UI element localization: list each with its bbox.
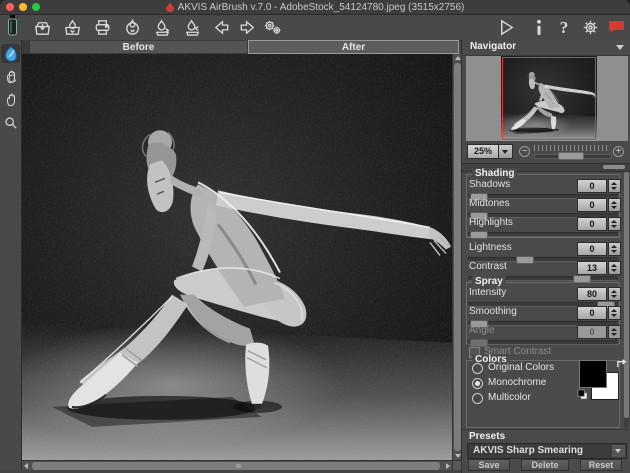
preview-brush-tool[interactable] xyxy=(1,44,20,63)
preferences-icon[interactable] xyxy=(580,17,601,38)
original-colors-label[interactable]: Original Colors xyxy=(488,362,554,373)
shadows-label: Shadows xyxy=(469,179,510,190)
swap-colors-icon[interactable] xyxy=(616,358,627,369)
toolbar: ? xyxy=(0,15,630,41)
smoothing-label: Smoothing xyxy=(469,306,517,317)
zoom-dropdown-button[interactable] xyxy=(498,144,513,159)
highlights-label: Highlights xyxy=(469,217,513,228)
image-canvas[interactable] xyxy=(22,54,452,460)
view-tabs: Before After xyxy=(21,40,452,55)
horizontal-scroll-thumb[interactable] xyxy=(32,462,440,470)
preset-delete-button[interactable]: Delete xyxy=(521,459,569,471)
parameters-area: Shading Shadows 0 Midtones 0 Highlights … xyxy=(462,170,630,473)
color-swatches xyxy=(579,360,625,402)
highlights-spinner[interactable] xyxy=(608,217,621,231)
export-presets-icon[interactable] xyxy=(182,17,203,38)
navigator-header: Navigator xyxy=(462,40,630,56)
navigator-title: Navigator xyxy=(470,41,516,52)
foreground-color-swatch[interactable] xyxy=(579,360,607,388)
zoom-slider-thumb[interactable] xyxy=(558,152,584,160)
redo-icon[interactable] xyxy=(237,17,258,38)
tab-before[interactable]: Before xyxy=(30,41,247,53)
feedback-icon[interactable] xyxy=(606,17,627,38)
monochrome-label[interactable]: Monochrome xyxy=(488,377,546,388)
angle-label: Angle xyxy=(469,325,495,336)
print-image-icon[interactable] xyxy=(92,17,113,38)
contrast-value[interactable]: 13 xyxy=(577,261,607,275)
shading-group-title: Shading xyxy=(472,168,517,179)
multicolor-label[interactable]: Multicolor xyxy=(488,392,531,403)
zoom-value[interactable]: 25% xyxy=(467,144,499,159)
after-image xyxy=(22,54,452,460)
save-image-icon[interactable] xyxy=(62,17,83,38)
lightness-spinner[interactable] xyxy=(608,242,621,256)
scroll-right-arrow[interactable] xyxy=(446,463,450,469)
help-icon[interactable]: ? xyxy=(553,17,574,38)
spray-group-title: Spray xyxy=(472,276,506,287)
intensity-value[interactable]: 80 xyxy=(577,287,607,301)
titlebar[interactable]: AKVIS AirBrush v.7.0 - AdobeStock_541247… xyxy=(0,0,630,15)
window-title: AKVIS AirBrush v.7.0 - AdobeStock_541247… xyxy=(0,0,630,14)
smoothing-spinner[interactable] xyxy=(608,306,621,320)
batch-processing-icon[interactable] xyxy=(262,17,283,38)
highlights-value[interactable]: 0 xyxy=(577,217,607,231)
navigator-menu-button[interactable] xyxy=(616,45,624,50)
highlights-slider[interactable] xyxy=(468,232,618,237)
preset-save-button[interactable]: Save xyxy=(468,459,510,471)
splitter-grip[interactable] xyxy=(603,165,625,169)
about-icon[interactable] xyxy=(528,17,549,38)
monochrome-radio[interactable] xyxy=(472,378,483,389)
window-title-text: AKVIS AirBrush v.7.0 - AdobeStock_541247… xyxy=(178,2,465,13)
tab-after[interactable]: After xyxy=(248,40,459,54)
zoom-slider-ticks xyxy=(534,145,610,151)
smoothing-value[interactable]: 0 xyxy=(577,306,607,320)
contrast-label: Contrast xyxy=(469,261,507,272)
airbrush-logo-icon xyxy=(2,15,23,36)
scroll-left-arrow[interactable] xyxy=(24,463,28,469)
vertical-scroll-thumb[interactable] xyxy=(454,63,461,451)
open-image-icon[interactable] xyxy=(32,17,53,38)
hand-tool[interactable] xyxy=(1,90,20,109)
angle-value: 0 xyxy=(577,325,607,339)
zoom-tool[interactable] xyxy=(1,113,20,132)
smudge-tool[interactable] xyxy=(1,67,20,86)
multicolor-radio[interactable] xyxy=(472,393,483,404)
settings-panel: Navigator 25% − + Shading Shadows xyxy=(461,40,630,473)
shadows-spinner[interactable] xyxy=(608,179,621,193)
presets-divider xyxy=(462,429,630,430)
undo-icon[interactable] xyxy=(211,17,232,38)
presets-selected: AKVIS Sharp Smearing xyxy=(473,445,583,456)
lightness-label: Lightness xyxy=(469,242,512,253)
lightness-value[interactable]: 0 xyxy=(577,242,607,256)
contrast-spinner[interactable] xyxy=(608,261,621,275)
zoom-controls: 25% − + xyxy=(462,142,630,162)
intensity-label: Intensity xyxy=(469,287,506,298)
angle-slider xyxy=(468,340,618,345)
shadows-value[interactable]: 0 xyxy=(577,179,607,193)
presets-title: Presets xyxy=(469,431,505,442)
run-icon[interactable] xyxy=(496,17,517,38)
tool-sidebar xyxy=(0,40,22,473)
share-image-icon[interactable] xyxy=(122,17,143,38)
navigator-thumbnail-area[interactable] xyxy=(466,56,628,141)
document-proxy-icon xyxy=(166,2,174,12)
midtones-label: Midtones xyxy=(469,198,510,209)
import-presets-icon[interactable] xyxy=(152,17,173,38)
app-window: AKVIS AirBrush v.7.0 - AdobeStock_541247… xyxy=(0,0,630,473)
svg-text:?: ? xyxy=(559,18,568,37)
intensity-spinner[interactable] xyxy=(608,287,621,301)
presets-dropdown[interactable]: AKVIS Sharp Smearing xyxy=(467,443,627,459)
preset-reset-button[interactable]: Reset xyxy=(580,459,622,471)
zoom-in-button[interactable]: + xyxy=(613,146,624,157)
original-colors-radio[interactable] xyxy=(472,363,483,374)
zoom-out-button[interactable]: − xyxy=(519,146,530,157)
default-colors-icon[interactable] xyxy=(577,389,588,400)
angle-spinner xyxy=(608,325,621,339)
presets-dropdown-arrow[interactable] xyxy=(612,445,625,457)
midtones-value[interactable]: 0 xyxy=(577,198,607,212)
navigator-thumbnail xyxy=(501,56,597,141)
midtones-spinner[interactable] xyxy=(608,198,621,212)
